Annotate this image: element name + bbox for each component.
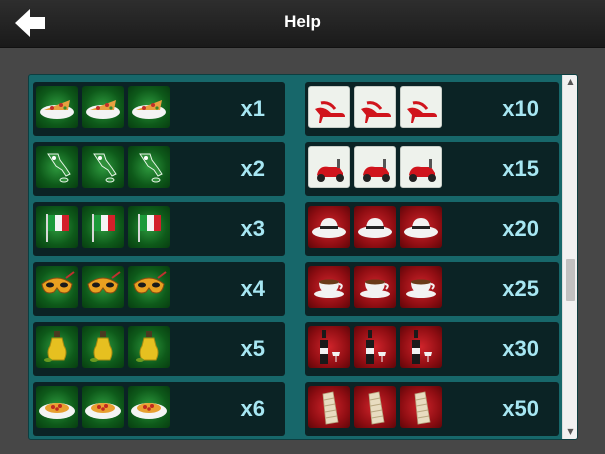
coffee-cup-icon: [400, 266, 442, 308]
italy-map-icon: [82, 146, 124, 188]
paytable-row-scooter: x15: [305, 142, 559, 196]
scrollbar-thumb[interactable]: [566, 259, 575, 301]
wine-bottle-icon: [400, 326, 442, 368]
italy-map-icon: [36, 146, 78, 188]
pizza-icon: [36, 86, 78, 128]
carnival-mask-icon: [82, 266, 124, 308]
italian-flag-icon: [128, 206, 170, 248]
carnival-mask-icon: [128, 266, 170, 308]
red-heels-icon: [400, 86, 442, 128]
multiplier-label: x30: [502, 336, 539, 361]
paytable-row-spaghetti: x6: [33, 382, 285, 436]
paytable-grid: x1 x2 x3 x4 x5 x6 x10 x15 x20 x25 x30 x5…: [29, 75, 564, 439]
leaning-tower-icon: [400, 386, 442, 428]
coffee-cup-icon: [308, 266, 350, 308]
vertical-scrollbar[interactable]: ▲ ▼: [562, 75, 577, 439]
paytable-row-olive-oil: x5: [33, 322, 285, 376]
olive-oil-icon: [82, 326, 124, 368]
coffee-cup-icon: [354, 266, 396, 308]
paytable-row-pizza: x1: [33, 82, 285, 136]
scroll-down-icon[interactable]: ▼: [563, 425, 577, 439]
red-heels-icon: [308, 86, 350, 128]
carnival-mask-icon: [36, 266, 78, 308]
paytable-row-leaning-tower: x50: [305, 382, 559, 436]
italian-flag-icon: [82, 206, 124, 248]
pizza-icon: [82, 86, 124, 128]
hat-icon: [354, 206, 396, 248]
hat-icon: [308, 206, 350, 248]
paytable-panel: x1 x2 x3 x4 x5 x6 x10 x15 x20 x25 x30 x5…: [28, 74, 578, 440]
italy-map-icon: [128, 146, 170, 188]
multiplier-label: x15: [502, 156, 539, 181]
multiplier-label: x10: [502, 96, 539, 121]
wine-bottle-icon: [354, 326, 396, 368]
italian-flag-icon: [36, 206, 78, 248]
paytable-row-italy-map: x2: [33, 142, 285, 196]
scooter-icon: [400, 146, 442, 188]
paytable-row-wine-bottle: x30: [305, 322, 559, 376]
multiplier-label: x1: [240, 96, 265, 121]
wine-bottle-icon: [308, 326, 350, 368]
paytable-row-hat: x20: [305, 202, 559, 256]
multiplier-label: x5: [240, 336, 265, 361]
spaghetti-icon: [82, 386, 124, 428]
multiplier-label: x20: [502, 216, 539, 241]
olive-oil-icon: [128, 326, 170, 368]
paytable-row-red-heels: x10: [305, 82, 559, 136]
leaning-tower-icon: [354, 386, 396, 428]
paytable-row-coffee-cup: x25: [305, 262, 559, 316]
scooter-icon: [354, 146, 396, 188]
red-heels-icon: [354, 86, 396, 128]
pizza-icon: [128, 86, 170, 128]
multiplier-label: x6: [240, 396, 265, 421]
scroll-up-icon[interactable]: ▲: [563, 75, 577, 89]
multiplier-label: x25: [502, 276, 539, 301]
paytable-row-carnival-mask: x4: [33, 262, 285, 316]
header-bar: Help: [0, 0, 605, 48]
spaghetti-icon: [36, 386, 78, 428]
scooter-icon: [308, 146, 350, 188]
multiplier-label: x3: [240, 216, 265, 241]
multiplier-label: x2: [240, 156, 265, 181]
hat-icon: [400, 206, 442, 248]
olive-oil-icon: [36, 326, 78, 368]
leaning-tower-icon: [308, 386, 350, 428]
multiplier-label: x4: [240, 276, 265, 301]
paytable-row-italian-flag: x3: [33, 202, 285, 256]
page-title: Help: [284, 12, 321, 31]
spaghetti-icon: [128, 386, 170, 428]
multiplier-label: x50: [502, 396, 539, 421]
